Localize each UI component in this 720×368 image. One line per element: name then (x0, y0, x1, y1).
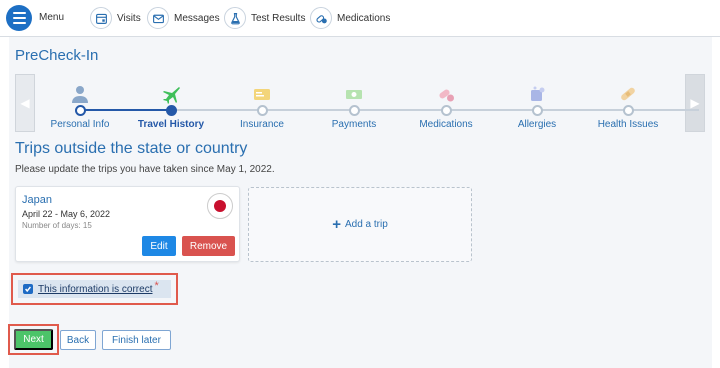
nav-label: Test Results (251, 12, 306, 24)
add-trip-label: Add a trip (344, 219, 388, 230)
confirm-checkbox[interactable] (23, 284, 33, 294)
step-health-issues[interactable]: Health Issues (583, 74, 673, 130)
nav-label: Messages (174, 12, 220, 24)
pills-icon (310, 7, 332, 29)
nav-item-visits[interactable]: Visits (90, 7, 141, 29)
confirm-highlight: This information is correct * (11, 273, 178, 305)
step-dot (165, 105, 177, 116)
back-button[interactable]: Back (60, 330, 96, 350)
nav-label: Visits (117, 12, 141, 24)
person-icon (72, 86, 88, 103)
flask-icon (224, 7, 246, 29)
confirm-label[interactable]: This information is correct (38, 284, 152, 295)
step-label: Personal Info (50, 119, 110, 130)
pills-icon (439, 89, 454, 102)
section-subtitle: Please update the trips you have taken s… (15, 164, 275, 175)
step-dot (622, 105, 634, 116)
trip-card: Japan April 22 - May 6, 2022 Number of d… (15, 186, 240, 262)
nav-item-medications[interactable]: Medications (310, 7, 390, 29)
envelope-icon (147, 7, 169, 29)
step-label: Allergies (517, 119, 557, 130)
plus-icon: + (332, 216, 341, 233)
trip-days: Number of days: 15 (22, 221, 92, 230)
add-trip-button[interactable]: + Add a trip (248, 187, 472, 262)
remove-trip-button[interactable]: Remove (182, 236, 235, 256)
allergy-icon (531, 86, 545, 101)
step-label: Health Issues (597, 119, 659, 130)
nav-item-test-results[interactable]: Test Results (224, 7, 305, 29)
trip-dates: April 22 - May 6, 2022 (22, 209, 111, 219)
step-dot (348, 105, 360, 116)
step-medications[interactable]: Medications (401, 74, 491, 130)
required-marker: * (154, 280, 159, 292)
airplane-icon (163, 87, 180, 104)
top-nav: Menu Visits Messages Test Results Medica… (0, 0, 720, 37)
menu-label[interactable]: Menu (39, 12, 64, 23)
progress-stepper: ◀ ▶ Personal Info Travel History Insuran… (15, 74, 705, 134)
stepper-prev-arrow-icon[interactable]: ◀ (15, 74, 35, 132)
step-payments[interactable]: Payments (309, 74, 399, 130)
nav-item-messages[interactable]: Messages (147, 7, 220, 29)
card-icon (254, 89, 270, 100)
finish-later-button[interactable]: Finish later (102, 330, 171, 350)
step-label: Medications (419, 119, 473, 130)
hamburger-menu-icon[interactable] (6, 5, 32, 31)
step-label: Payments (331, 119, 377, 130)
step-label: Travel History (137, 119, 205, 130)
step-personal-info[interactable]: Personal Info (35, 74, 125, 130)
step-travel-history[interactable]: Travel History (126, 74, 216, 130)
edit-trip-button[interactable]: Edit (142, 236, 176, 256)
step-dot (531, 105, 543, 116)
section-title: Trips outside the state or country (15, 140, 248, 157)
step-label: Insurance (240, 119, 284, 130)
step-allergies[interactable]: Allergies (492, 74, 582, 130)
cash-icon (346, 90, 362, 99)
confirm-checkbox-row[interactable]: This information is correct * (18, 280, 171, 298)
step-insurance[interactable]: Insurance (217, 74, 307, 130)
japan-flag-icon (207, 193, 233, 219)
step-dot (440, 105, 452, 116)
next-button[interactable]: Next (14, 329, 53, 350)
nav-label: Medications (337, 12, 391, 24)
calendar-icon (90, 7, 112, 29)
page-title: PreCheck-In (15, 47, 99, 64)
step-dot (256, 105, 268, 116)
step-dot (74, 105, 86, 116)
stepper-next-arrow-icon[interactable]: ▶ (685, 74, 705, 132)
trip-country: Japan (22, 194, 52, 206)
bandage-icon (621, 87, 635, 101)
